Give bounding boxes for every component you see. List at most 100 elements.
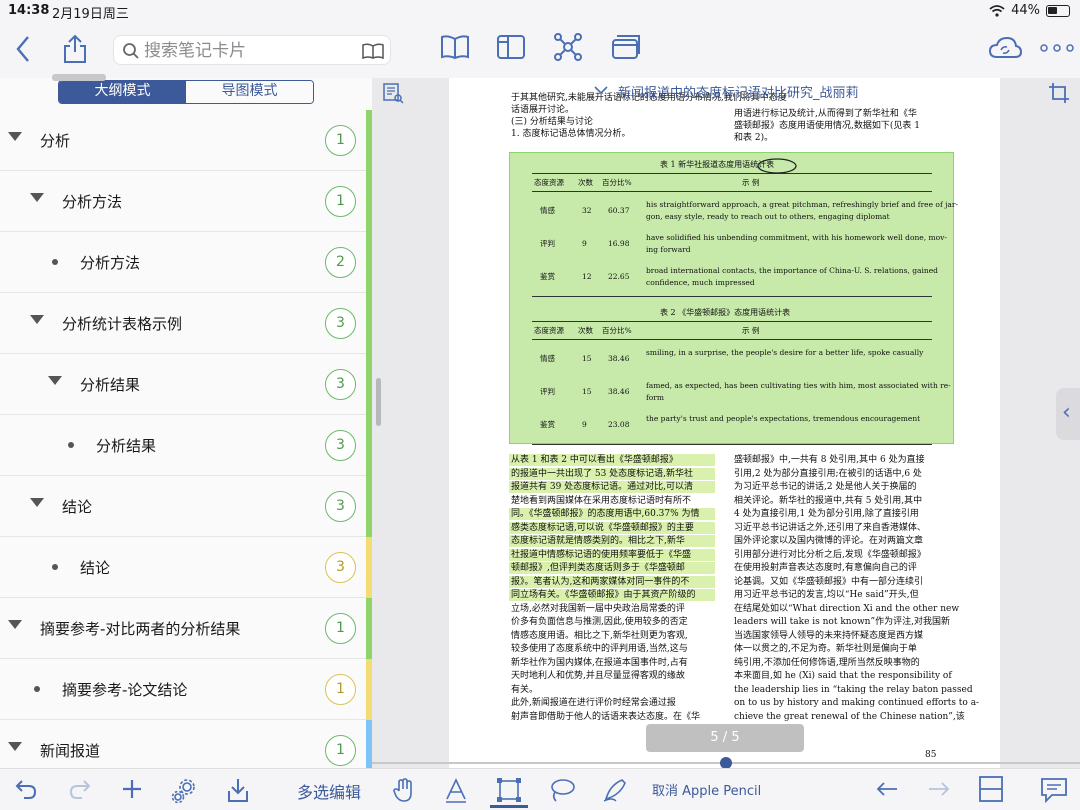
- pdf-page[interactable]: 于其其他研究,未能展开话语标记的态度用语分布情况,我们将其中态度 话语展开讨论。(…: [449, 78, 1000, 768]
- rectangle-tool-icon[interactable]: [496, 777, 522, 803]
- cloud-sync-icon[interactable]: [988, 36, 1022, 60]
- book-icon[interactable]: [362, 43, 384, 59]
- back-chevron-icon[interactable]: [14, 35, 32, 63]
- outline-item-count-badge: 1: [325, 613, 356, 644]
- hand-tool-icon[interactable]: [392, 777, 416, 803]
- table-cell: 鉴赏: [540, 272, 555, 281]
- share-icon[interactable]: [62, 34, 88, 64]
- table-example-cell: the party's trust and people's expectati…: [646, 414, 921, 423]
- title-chevron-down-icon[interactable]: [594, 86, 608, 95]
- circle-ink-annotation: [757, 158, 797, 174]
- table-header-cell: 示 例: [742, 326, 760, 335]
- text-line: 报道共有 39 处态度标记语。通过对比,可以清: [511, 482, 694, 492]
- outline-bottom-bar: 多选编辑: [0, 768, 372, 810]
- text-line: 同。《华盛顿邮报》的态度用语中,60.37% 为情: [511, 509, 700, 519]
- bullet-dot-icon: [52, 259, 58, 265]
- outline-toggle-icon[interactable]: [382, 82, 404, 104]
- tab-mindmap-mode[interactable]: 导图模式: [186, 81, 313, 103]
- text-line: 相关评论。新华社的报道中,共有 5 处引用,其中: [734, 495, 923, 506]
- multi-select-edit-button[interactable]: 多选编辑: [297, 779, 361, 803]
- panel-drag-handle[interactable]: [52, 74, 106, 81]
- split-view-icon[interactable]: [978, 775, 1004, 803]
- outline-item[interactable]: 结论 3: [0, 537, 372, 598]
- bullet-dot-icon: [68, 442, 74, 448]
- open-book-icon[interactable]: [440, 34, 470, 60]
- outline-item[interactable]: 结论 3: [0, 476, 372, 537]
- crop-icon[interactable]: [1048, 82, 1070, 104]
- disclosure-triangle-icon[interactable]: [30, 498, 44, 507]
- undo-icon[interactable]: [14, 777, 38, 801]
- outline-item[interactable]: 分析方法 2: [0, 232, 372, 293]
- outline-item[interactable]: 分析统计表格示例 3: [0, 293, 372, 354]
- table-cell: 12: [582, 272, 592, 281]
- table-cell: 9: [582, 420, 587, 429]
- table-example-cell: gon, easy style, ready to reach out to o…: [646, 212, 890, 221]
- text-line: 盛顿邮报》中,一共有 8 处引用,其中 6 处为直接: [734, 455, 925, 465]
- table-caption: 表 2 《华盛顿邮报》态度用语统计表: [660, 308, 791, 317]
- add-icon[interactable]: [120, 777, 144, 801]
- side-panel-toggle[interactable]: [1056, 388, 1080, 440]
- table-cell: 评判: [540, 387, 555, 396]
- card-layout-icon[interactable]: [496, 34, 526, 60]
- outline-item[interactable]: 分析结果 3: [0, 354, 372, 415]
- arrow-right-icon[interactable]: [928, 781, 950, 797]
- document-title[interactable]: 新闻报道中的态度标记语对比研究_战丽莉: [618, 82, 859, 101]
- window-icon[interactable]: [611, 34, 641, 60]
- pen-tool-icon[interactable]: [602, 777, 628, 803]
- outline-item-count-badge: 3: [325, 430, 356, 461]
- text-line: 为习近平总书记的讲话,2 处是他人关于换届的: [734, 482, 917, 492]
- text-line: on to us by history and making continued…: [734, 698, 980, 708]
- disclosure-triangle-icon[interactable]: [8, 620, 22, 629]
- outline-item[interactable]: 分析结果 3: [0, 415, 372, 476]
- arrow-left-icon[interactable]: [876, 781, 898, 797]
- disclosure-triangle-icon[interactable]: [48, 376, 62, 385]
- lasso-tool-icon[interactable]: [548, 777, 576, 803]
- table-cell: 22.65: [608, 272, 630, 281]
- table-cell: 情感: [540, 354, 555, 363]
- text-line: 此外,新闻报道在进行评价时经常会通过报: [511, 698, 676, 708]
- text-tool-icon[interactable]: [444, 777, 468, 803]
- download-icon[interactable]: [226, 777, 250, 803]
- more-options-icon[interactable]: [1040, 44, 1074, 52]
- disclosure-triangle-icon[interactable]: [8, 742, 22, 751]
- outline-item[interactable]: 分析 1: [0, 110, 372, 171]
- text-line: 在使用投射声音表达态度时,有意偏向自己的评: [734, 563, 917, 573]
- table-rule: [532, 191, 932, 192]
- comment-icon[interactable]: [1040, 777, 1068, 803]
- outline-item-count-badge: 3: [325, 369, 356, 400]
- text-line: 引用部分进行对比分析之后,发现《华盛顿邮报》: [734, 549, 926, 560]
- table-example-cell: his straightforward approach, a great pi…: [646, 200, 959, 209]
- table-cell: 15: [582, 354, 592, 363]
- text-line: 盛顿邮报》态度用语使用情况,数据如下(见表 1: [734, 121, 920, 131]
- outline-item[interactable]: 分析方法 1: [0, 171, 372, 232]
- search-box[interactable]: [113, 35, 391, 65]
- status-date: 2月19日周三: [52, 7, 129, 22]
- selected-tool-underline: [490, 805, 528, 808]
- search-input[interactable]: [144, 40, 354, 62]
- outline-item[interactable]: 摘要参考-论文结论 1: [0, 659, 372, 720]
- gear-icon[interactable]: [170, 777, 198, 805]
- text-line: 用习近平总书记的发言,均以“He said”开头,但: [734, 590, 919, 600]
- text-line: 的报道中一共出现了 53 处态度标记语,新华社: [511, 468, 694, 479]
- mindmap-icon[interactable]: [553, 32, 583, 62]
- outline-item[interactable]: 新闻报道 1: [0, 720, 372, 768]
- disclosure-triangle-icon[interactable]: [8, 132, 22, 141]
- cancel-apple-pencil-button[interactable]: 取消 Apple Pencil: [652, 780, 761, 799]
- status-time: 14:38: [8, 3, 50, 18]
- tab-outline-mode[interactable]: 大纲模式: [59, 81, 186, 103]
- disclosure-triangle-icon[interactable]: [30, 315, 44, 324]
- document-viewer: 于其其他研究,未能展开话语标记的态度用语分布情况,我们将其中态度 话语展开讨论。(…: [372, 78, 1080, 768]
- text-line: 同立场有关。《华盛顿邮报》由于其资产阶级的: [511, 590, 696, 600]
- table-highlight-annotation[interactable]: 表 1 新华社报道态度用语统计表 态度资源 次数 百分比% 示 例情感 32 60.37 hi…: [509, 152, 958, 445]
- outline-item[interactable]: 摘要参考-对比两者的分析结果 1: [0, 598, 372, 659]
- text-line: 引用,2 处为部分直接引用;在被引的话语中,6 处: [734, 468, 922, 479]
- page-indicator: 5 / 5: [646, 724, 804, 752]
- document-scrollbar[interactable]: [376, 378, 381, 426]
- outline-item-label: 结论: [62, 498, 93, 516]
- disclosure-triangle-icon[interactable]: [30, 193, 44, 202]
- table-example-cell: famed, as expected, has been cultivating…: [646, 381, 951, 390]
- outline-item-label: 分析统计表格示例: [62, 315, 183, 333]
- outline-item-count-badge: 1: [325, 125, 356, 156]
- redo-icon[interactable]: [68, 777, 92, 801]
- text-line: 情感态度用语。相比之下,新华社则更为客观,: [511, 630, 688, 641]
